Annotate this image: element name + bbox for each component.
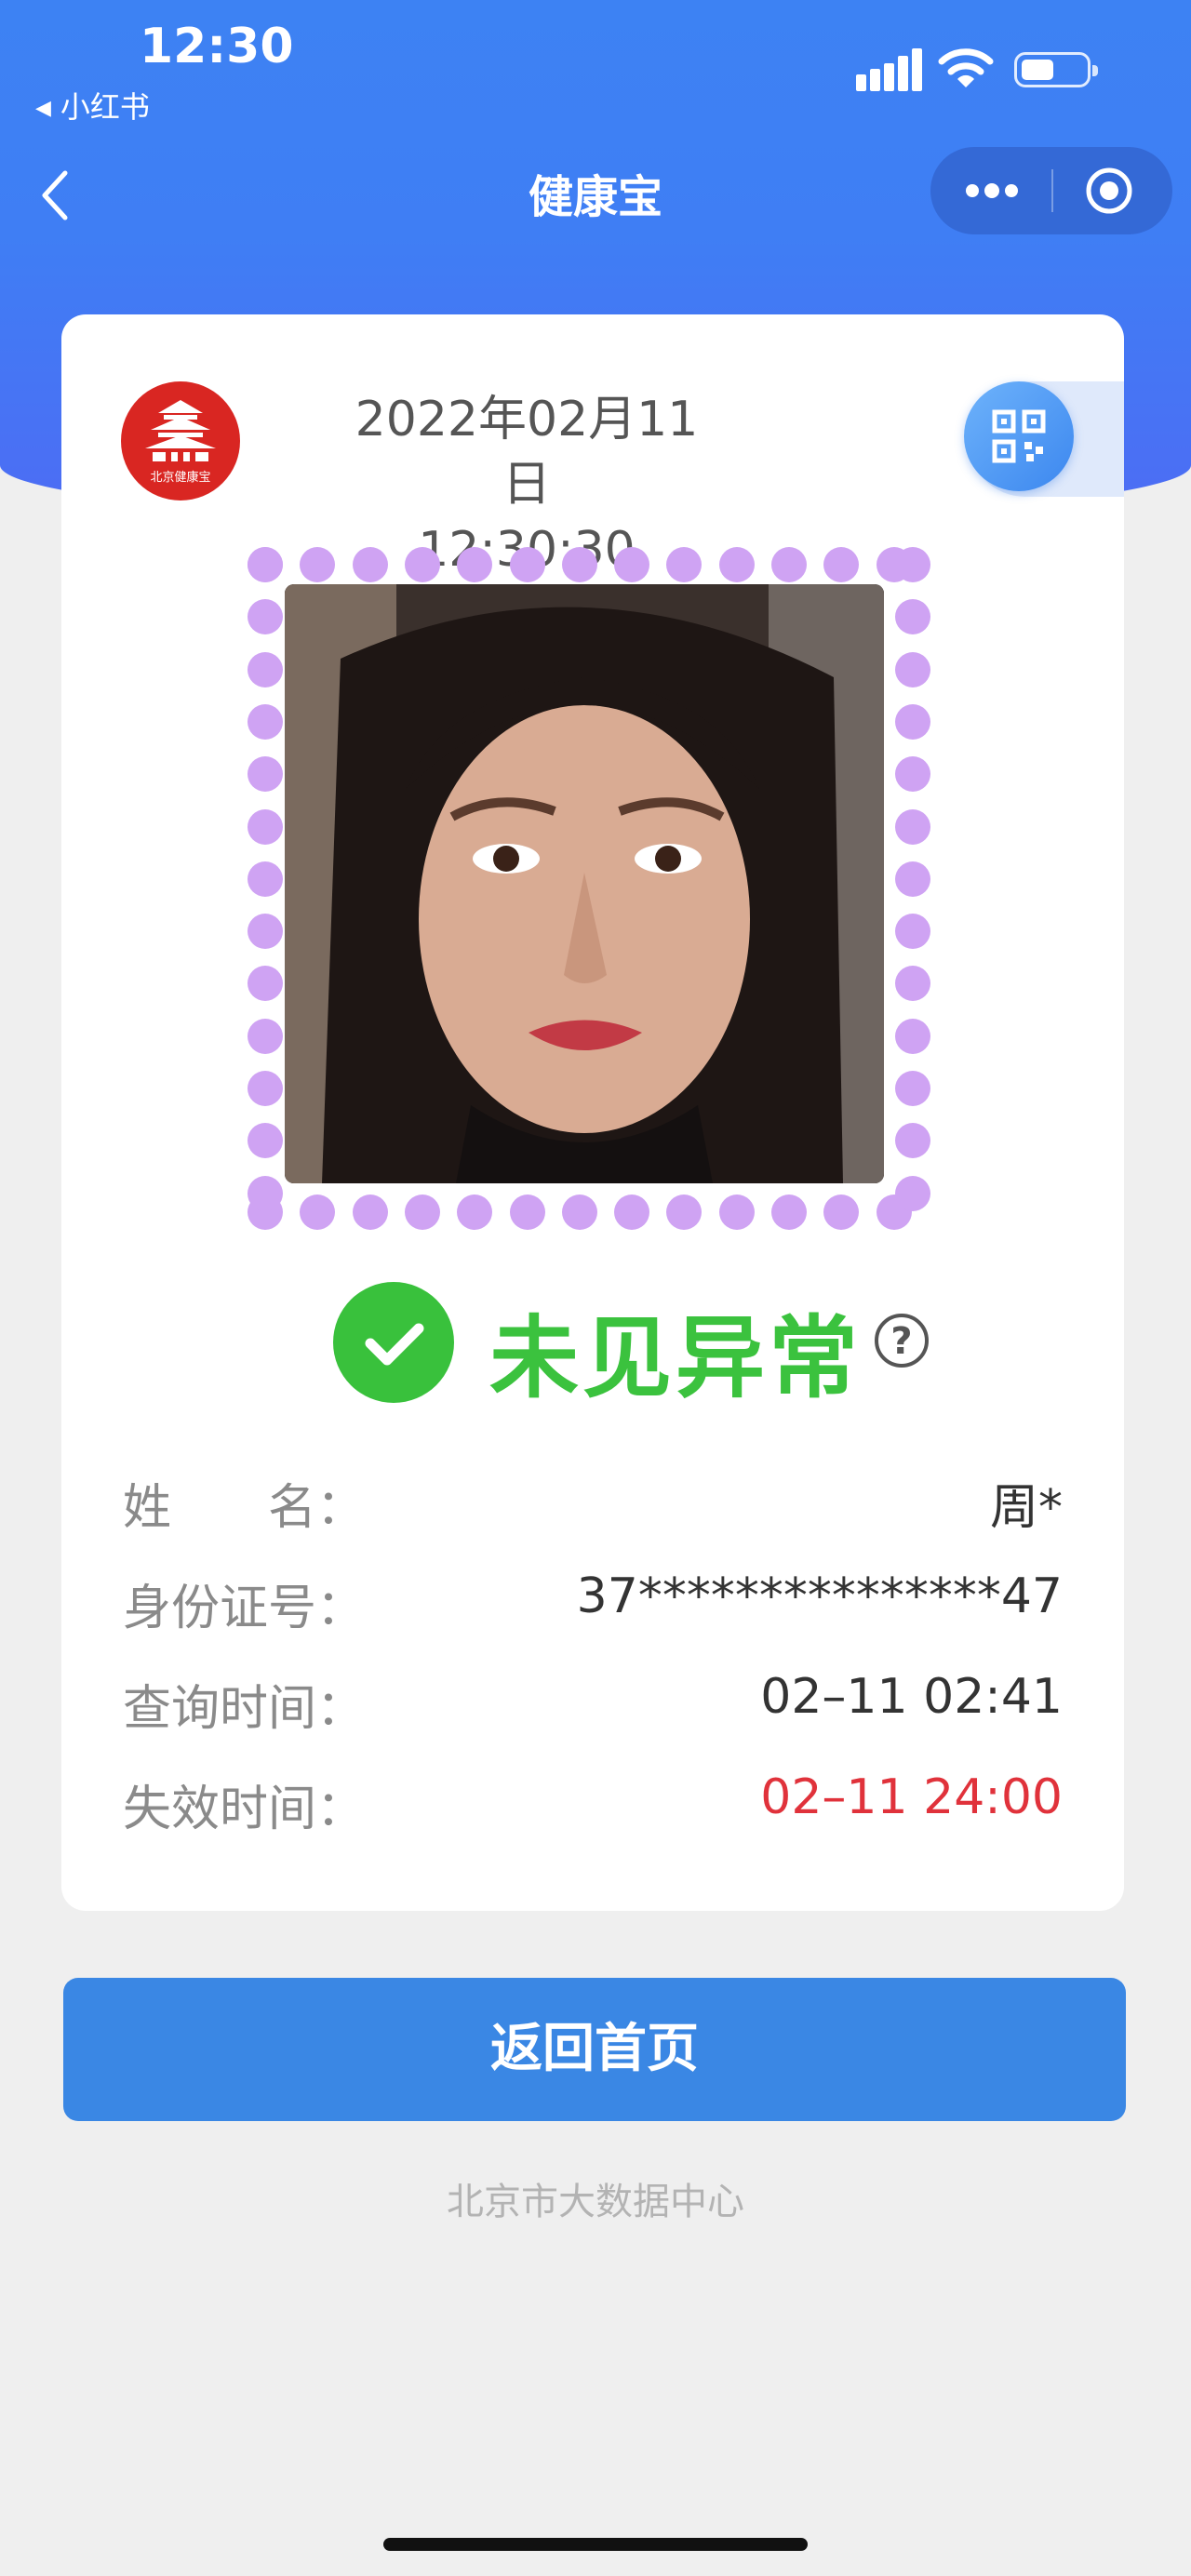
frame-dot bbox=[248, 966, 283, 1001]
info-row-expiry-time: 失效时间： 02–11 24:00 bbox=[123, 1769, 1063, 1844]
back-to-app-link[interactable]: ◀ 小红书 bbox=[35, 84, 150, 127]
frame-dot bbox=[895, 809, 930, 845]
check-icon bbox=[333, 1282, 454, 1403]
frame-dot bbox=[300, 1195, 335, 1230]
frame-dot bbox=[300, 547, 335, 582]
frame-dot bbox=[353, 547, 388, 582]
info-label: 身份证号： bbox=[123, 1581, 366, 1636]
info-row-id-number: 身份证号： 37***************47 bbox=[123, 1568, 1063, 1643]
frame-dot bbox=[248, 809, 283, 845]
frame-dot bbox=[719, 547, 755, 582]
capsule-divider bbox=[1051, 169, 1053, 212]
user-photo bbox=[285, 584, 884, 1183]
footer-text: 北京市大数据中心 bbox=[447, 2181, 744, 2223]
frame-dot bbox=[248, 652, 283, 687]
frame-dot bbox=[895, 1123, 930, 1158]
return-home-button[interactable]: 返回首页 bbox=[63, 1978, 1126, 2121]
signal-icon bbox=[856, 48, 922, 91]
battery-icon bbox=[1014, 52, 1098, 87]
frame-dot bbox=[248, 1123, 283, 1158]
info-row-name: 姓 名： 周* bbox=[123, 1468, 1063, 1542]
info-value: 周* bbox=[989, 1480, 1063, 1536]
info-value: 02–11 02:41 bbox=[760, 1669, 1063, 1725]
qr-code-icon[interactable] bbox=[964, 381, 1074, 491]
frame-dot bbox=[457, 1195, 492, 1230]
frame-dot bbox=[614, 547, 649, 582]
frame-dot bbox=[405, 1195, 440, 1230]
home-indicator[interactable] bbox=[383, 2538, 808, 2551]
info-label: 查询时间： bbox=[123, 1681, 366, 1737]
frame-dot bbox=[510, 547, 545, 582]
frame-dot bbox=[771, 547, 807, 582]
health-status: 未见异常 ? bbox=[61, 1282, 1124, 1412]
frame-dot bbox=[823, 547, 859, 582]
back-app-label: 小红书 bbox=[60, 89, 150, 125]
frame-dot bbox=[719, 1195, 755, 1230]
frame-dot bbox=[823, 1195, 859, 1230]
frame-dot bbox=[614, 1195, 649, 1230]
info-value: 37***************47 bbox=[576, 1568, 1063, 1624]
status-text: 未见异常 bbox=[489, 1306, 862, 1410]
frame-dot bbox=[248, 599, 283, 634]
frame-dot bbox=[771, 1195, 807, 1230]
frame-dot bbox=[666, 547, 702, 582]
frame-dot bbox=[248, 914, 283, 949]
frame-dot bbox=[510, 1195, 545, 1230]
date-text: 2022年02月11日 bbox=[355, 392, 699, 513]
info-value: 02–11 24:00 bbox=[760, 1769, 1063, 1825]
info-label: 失效时间： bbox=[123, 1782, 366, 1837]
mini-program-capsule bbox=[930, 147, 1172, 234]
frame-dot bbox=[248, 756, 283, 792]
frame-dot bbox=[895, 652, 930, 687]
frame-dot bbox=[895, 966, 930, 1001]
frame-dot bbox=[895, 599, 930, 634]
frame-dot bbox=[248, 1019, 283, 1054]
frame-dot bbox=[895, 756, 930, 792]
info-row-query-time: 查询时间： 02–11 02:41 bbox=[123, 1669, 1063, 1743]
frame-dot bbox=[895, 1019, 930, 1054]
target-icon[interactable] bbox=[1084, 166, 1134, 216]
help-icon[interactable]: ? bbox=[875, 1314, 929, 1368]
qr-tab bbox=[964, 381, 1124, 497]
logo-text: 北京健康宝 bbox=[150, 471, 211, 485]
frame-dot bbox=[895, 704, 930, 740]
frame-dot bbox=[248, 547, 283, 582]
frame-dot bbox=[248, 704, 283, 740]
frame-dot bbox=[895, 1071, 930, 1106]
frame-dot bbox=[666, 1195, 702, 1230]
frame-dot bbox=[877, 547, 912, 582]
photo-frame bbox=[248, 547, 945, 1245]
frame-dot bbox=[405, 547, 440, 582]
frame-dot bbox=[457, 547, 492, 582]
frame-dot bbox=[353, 1195, 388, 1230]
more-icon[interactable] bbox=[930, 147, 1051, 234]
frame-dot bbox=[895, 914, 930, 949]
beijing-health-logo: 北京健康宝 bbox=[121, 381, 240, 501]
frame-dot bbox=[248, 1176, 283, 1211]
health-code-card: 北京健康宝 2022年02月11日 12:30:30 bbox=[61, 314, 1124, 1911]
info-label: 姓 名： bbox=[123, 1480, 366, 1536]
frame-dot bbox=[895, 861, 930, 897]
frame-dot bbox=[562, 1195, 597, 1230]
frame-dot bbox=[895, 1176, 930, 1211]
back-triangle-icon: ◀ bbox=[35, 97, 51, 120]
frame-dot bbox=[248, 861, 283, 897]
wifi-icon bbox=[938, 48, 994, 87]
frame-dot bbox=[562, 547, 597, 582]
frame-dot bbox=[248, 1071, 283, 1106]
status-time: 12:30 bbox=[140, 19, 294, 74]
